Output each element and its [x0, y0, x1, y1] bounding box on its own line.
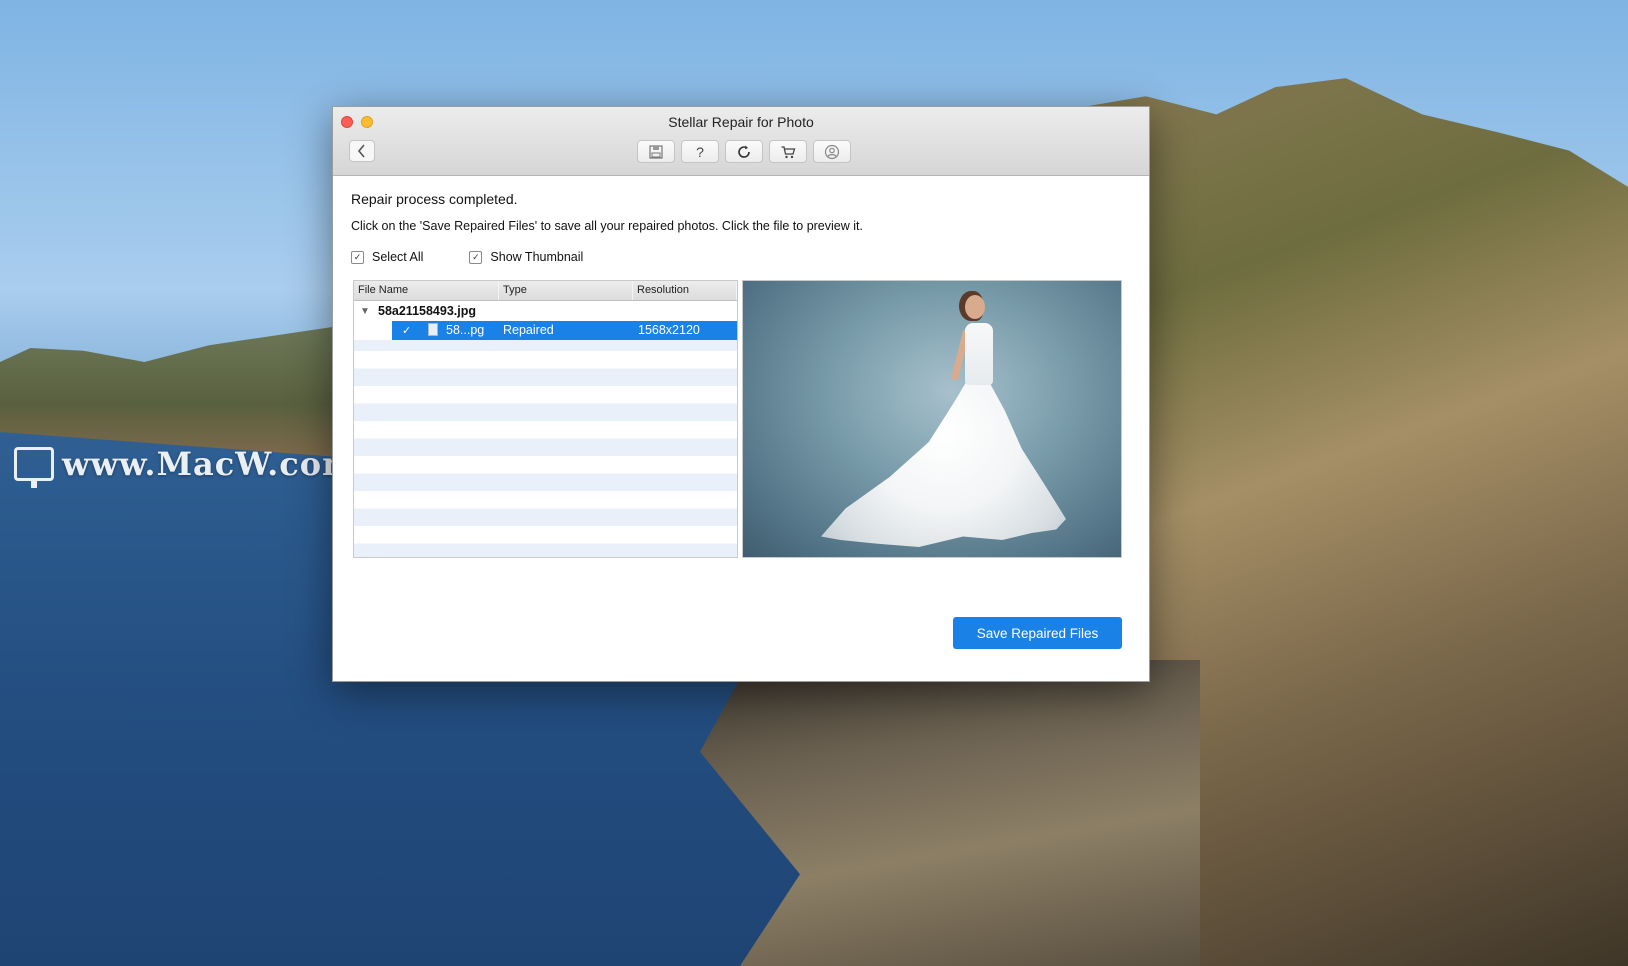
- row-checkbox[interactable]: ✓: [402, 324, 411, 337]
- file-icon: [428, 323, 438, 336]
- save-repaired-files-button[interactable]: Save Repaired Files: [953, 617, 1122, 649]
- table-header: File Name Type Resolution: [354, 281, 737, 301]
- photo-preview[interactable]: [742, 280, 1122, 558]
- table-row[interactable]: ✓ 58...pg Repaired 1568x2120: [354, 321, 737, 340]
- options-row: ✓ Select All ✓ Show Thumbnail: [351, 250, 583, 264]
- cart-button[interactable]: [769, 140, 807, 163]
- save-icon: [649, 144, 663, 159]
- select-all-label: Select All: [372, 250, 424, 264]
- preview-torso-shape: [965, 323, 993, 385]
- chevron-left-icon: [357, 144, 365, 158]
- desktop-wallpaper-hills: [0, 320, 380, 460]
- preview-head-shape: [965, 295, 985, 319]
- column-header-type[interactable]: Type: [499, 281, 633, 300]
- desktop-wallpaper-cliff: [700, 660, 1200, 966]
- show-thumbnail-checkbox[interactable]: ✓ Show Thumbnail: [469, 250, 583, 264]
- row-resolution: 1568x2120: [638, 323, 700, 337]
- refresh-button[interactable]: [725, 140, 763, 163]
- main-content: Repair process completed. Click on the '…: [333, 176, 1149, 681]
- parent-file-name: 58a21158493.jpg: [378, 304, 476, 318]
- column-header-file-name[interactable]: File Name: [354, 281, 499, 300]
- watermark: www.MacW.com: [14, 444, 357, 488]
- watermark-text: www.MacW.com: [62, 445, 357, 483]
- select-all-checkbox[interactable]: ✓ Select All: [351, 250, 423, 264]
- checkmark-icon: ✓: [351, 250, 364, 264]
- account-icon: [824, 144, 840, 159]
- show-thumbnail-label: Show Thumbnail: [490, 250, 584, 264]
- account-button[interactable]: [813, 140, 851, 163]
- help-icon: ?: [696, 143, 704, 160]
- monitor-icon: [14, 447, 54, 488]
- help-button[interactable]: ?: [681, 140, 719, 163]
- file-table: File Name Type Resolution ▼ 58a21158493.…: [353, 280, 738, 558]
- cart-icon: [781, 145, 796, 158]
- checkmark-icon: ✓: [469, 250, 483, 264]
- window-title: Stellar Repair for Photo: [668, 114, 814, 130]
- status-heading: Repair process completed.: [351, 191, 518, 207]
- column-header-resolution[interactable]: Resolution: [633, 281, 737, 300]
- save-toolbar-button[interactable]: [637, 140, 675, 163]
- disclosure-triangle-icon[interactable]: ▼: [360, 306, 370, 317]
- row-type: Repaired: [503, 323, 554, 337]
- preview-dress-shape: [821, 379, 1066, 547]
- app-window: Stellar Repair for Photo ? Repair proces…: [332, 106, 1150, 682]
- table-parent-row[interactable]: ▼ 58a21158493.jpg: [354, 301, 737, 321]
- instruction-text: Click on the 'Save Repaired Files' to sa…: [351, 219, 863, 233]
- row-file-name: 58...pg: [446, 323, 485, 337]
- toolbar: ?: [637, 140, 851, 163]
- back-button[interactable]: [349, 140, 375, 162]
- refresh-icon: [738, 145, 750, 158]
- titlebar: Stellar Repair for Photo ?: [333, 107, 1149, 176]
